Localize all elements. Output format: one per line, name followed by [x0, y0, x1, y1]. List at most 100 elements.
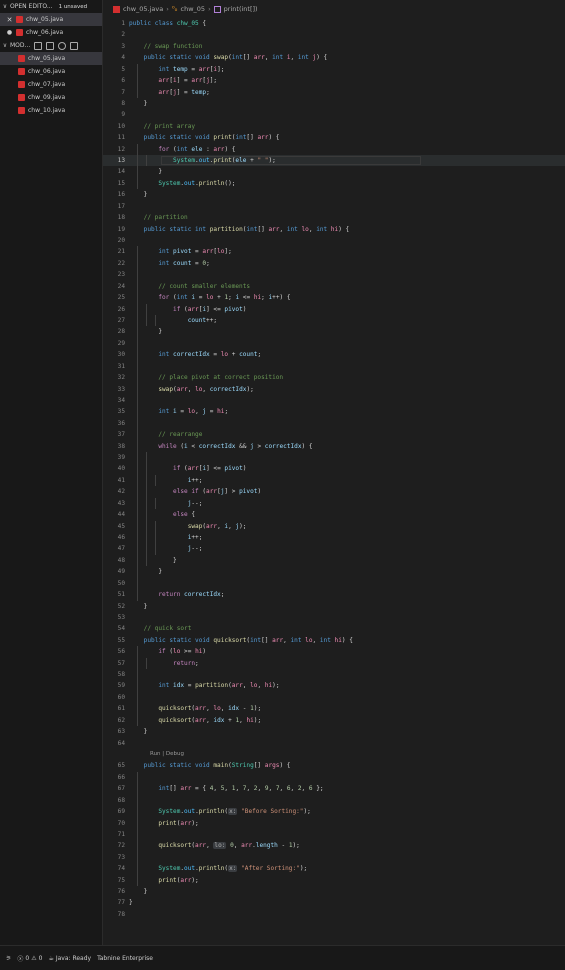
code-line[interactable]: 27 count++; — [103, 314, 565, 327]
code-line[interactable]: 69 System.out.println(x: "Before Sorting… — [103, 806, 565, 818]
folder-header[interactable]: ∨ MOD... — [0, 39, 102, 52]
code-line[interactable]: 31 — [103, 360, 565, 373]
open-editor-item[interactable]: ● chw_06.java — [0, 26, 102, 39]
breadcrumb-class[interactable]: chw_05 — [181, 5, 206, 13]
code-line[interactable]: 36 — [103, 417, 565, 430]
code-line[interactable]: 8 } — [103, 98, 565, 109]
refresh-icon[interactable] — [58, 41, 67, 50]
code-line[interactable]: 76 } — [103, 886, 565, 897]
code-line[interactable]: 10 // print array — [103, 121, 565, 132]
problems-indicator[interactable]: ⓧ 0 ⚠ 0 — [17, 954, 42, 963]
code-lines[interactable]: 1 public class chw_05 {2 3 // swap functio… — [103, 18, 565, 920]
code-line[interactable]: 25 for (int i = lo + 1; i <= hi; i++) { — [103, 292, 565, 304]
code-line[interactable]: 1 public class chw_05 { — [103, 18, 565, 29]
code-line[interactable]: 2 — [103, 29, 565, 40]
code-line[interactable]: 18 // partition — [103, 212, 565, 223]
code-line[interactable]: 45 swap(arr, i, j); — [103, 520, 565, 532]
close-icon[interactable]: ✕ — [6, 16, 13, 24]
breadcrumb-file[interactable]: chw_05.java — [123, 5, 163, 13]
code-line[interactable]: 14 } — [103, 166, 565, 178]
code-line[interactable]: 63 } — [103, 726, 565, 737]
code-line[interactable]: 16 } — [103, 189, 565, 200]
code-line[interactable]: 71 — [103, 828, 565, 841]
code-line[interactable]: 43 j--; — [103, 497, 565, 510]
code-line[interactable]: 38 while (i < correctIdx && j > correctI… — [103, 440, 565, 453]
new-file-icon[interactable] — [34, 41, 43, 50]
code-line[interactable]: 9 — [103, 109, 565, 120]
code-line[interactable]: 7 arr[j] = temp; — [103, 86, 565, 98]
code-line[interactable]: 59 int idx = partition(arr, lo, hi); — [103, 680, 565, 692]
codelens-run-debug[interactable]: Run | Debug — [150, 749, 184, 760]
code-line[interactable]: 44 else { — [103, 509, 565, 521]
tree-file-item[interactable]: chw_05.java — [0, 52, 102, 65]
code-line[interactable]: 70 print(arr); — [103, 817, 565, 829]
code-line[interactable]: 52 } — [103, 601, 565, 612]
tree-file-item[interactable]: chw_10.java — [0, 104, 102, 117]
code-line[interactable]: 22 int count = 0; — [103, 257, 565, 270]
code-line[interactable]: 26 if (arr[i] <= pivot) — [103, 303, 565, 315]
code-line[interactable]: 4 public static void swap(int[] arr, int… — [103, 52, 565, 63]
code-editor[interactable]: chw_05.java › ⁰ₒ chw_05 › print(int[]) 1… — [103, 0, 565, 945]
code-line[interactable]: 57 return; — [103, 657, 565, 670]
new-folder-icon[interactable] — [46, 41, 55, 50]
code-line[interactable]: 29 — [103, 337, 565, 350]
tree-file-item[interactable]: chw_09.java — [0, 91, 102, 104]
code-line[interactable]: 12 for (int ele : arr) { — [103, 143, 565, 156]
code-line[interactable]: 24 // count smaller elements — [103, 280, 565, 293]
code-line[interactable]: 32 // place pivot at correct position — [103, 372, 565, 384]
code-line[interactable]: 49 } — [103, 566, 565, 578]
code-line[interactable]: 78 — [103, 909, 565, 920]
code-line[interactable]: 30 int correctIdx = lo + count; — [103, 349, 565, 361]
code-line[interactable]: 34 — [103, 394, 565, 407]
code-line[interactable]: 5 int temp = arr[i]; — [103, 63, 565, 76]
code-line[interactable]: 68 — [103, 794, 565, 807]
code-line[interactable]: 66 — [103, 771, 565, 784]
code-line[interactable]: 47 j--; — [103, 543, 565, 555]
code-line[interactable]: 58 — [103, 669, 565, 681]
code-line[interactable]: 67 int[] arr = { 4, 5, 1, 7, 2, 9, 7, 6,… — [103, 783, 565, 795]
code-line[interactable]: 53 — [103, 612, 565, 623]
code-line[interactable]: 28 } — [103, 326, 565, 338]
code-line[interactable]: 77} — [103, 897, 565, 908]
code-line[interactable]: 61 quicksort(arr, lo, idx - 1); — [103, 703, 565, 715]
java-status[interactable]: ☕ Java: Ready — [48, 955, 91, 962]
tabnine-status[interactable]: Tabnine Enterprise — [97, 955, 153, 962]
code-line[interactable]: 39 — [103, 452, 565, 464]
code-line[interactable]: 33 swap(arr, lo, correctIdx); — [103, 383, 565, 395]
code-line[interactable]: 13 System.out.print(ele + " "); — [103, 155, 565, 167]
tree-file-item[interactable]: chw_07.java — [0, 78, 102, 91]
code-line[interactable]: 72 quicksort(arr, lo: 0, arr.length - 1)… — [103, 840, 565, 852]
code-line[interactable]: 15 System.out.println(); — [103, 177, 565, 190]
code-line[interactable]: 56 if (lo >= hi) — [103, 646, 565, 658]
open-editor-item[interactable]: ✕ chw_05.java — [0, 13, 102, 26]
code-line[interactable]: 21 int pivot = arr[lo]; — [103, 246, 565, 258]
code-line[interactable]: 51 return correctIdx; — [103, 589, 565, 601]
code-line[interactable]: 19 public static int partition(int[] arr… — [103, 224, 565, 235]
code-line[interactable]: 23 — [103, 269, 565, 281]
breadcrumb-method[interactable]: print(int[]) — [224, 5, 258, 13]
code-line[interactable]: 37 // rearrange — [103, 429, 565, 441]
code-line[interactable]: 50 — [103, 577, 565, 590]
code-line[interactable]: 6 arr[i] = arr[j]; — [103, 75, 565, 87]
code-line[interactable]: 73 — [103, 851, 565, 864]
code-line[interactable]: 17 — [103, 201, 565, 212]
code-line[interactable]: 65 public static void main(String[] args… — [103, 760, 565, 771]
code-line[interactable]: 42 else if (arr[j] > pivot) — [103, 486, 565, 498]
code-line[interactable]: 35 int i = lo, j = hi; — [103, 406, 565, 418]
code-line[interactable]: 64 — [103, 738, 565, 749]
open-editors-header[interactable]: ∨ OPEN EDITO... 1 unsaved — [0, 0, 102, 13]
code-line[interactable]: 55 public static void quicksort(int[] ar… — [103, 635, 565, 646]
code-line[interactable]: 74 System.out.println(x: "After Sorting:… — [103, 863, 565, 875]
code-line[interactable]: 20 — [103, 235, 565, 246]
collapse-all-icon[interactable] — [70, 41, 79, 50]
code-line[interactable]: 62 quicksort(arr, idx + 1, hi); — [103, 714, 565, 727]
code-line[interactable]: 41 i++; — [103, 474, 565, 487]
code-line[interactable]: 3 // swap function — [103, 41, 565, 52]
code-line[interactable]: 54 // quick sort — [103, 623, 565, 634]
tree-file-item[interactable]: chw_06.java — [0, 65, 102, 78]
code-line[interactable]: 60 — [103, 691, 565, 704]
code-line[interactable]: 11 public static void print(int[] arr) { — [103, 132, 565, 143]
code-line[interactable]: 48 } — [103, 554, 565, 567]
code-line[interactable]: 75 print(arr); — [103, 874, 565, 887]
remote-icon[interactable]: ⚞ — [6, 955, 11, 962]
